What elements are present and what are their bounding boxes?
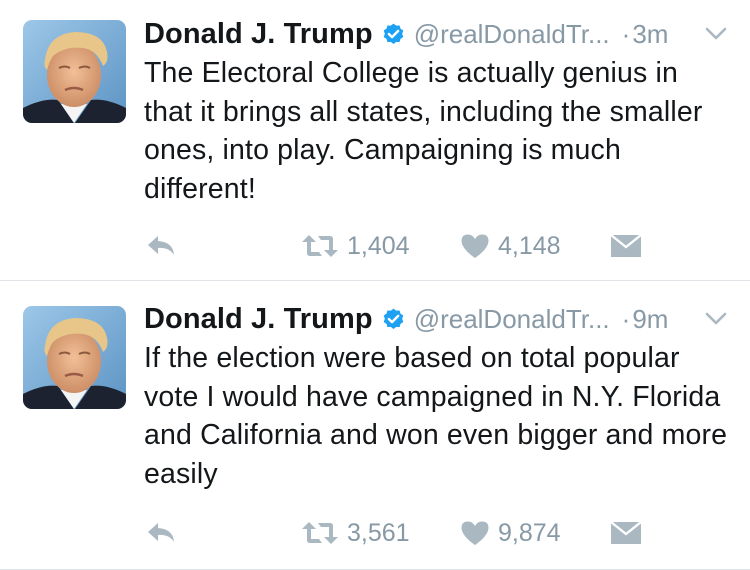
timestamp[interactable]: 9m [632, 304, 668, 335]
separator: · [621, 18, 631, 49]
timestamp[interactable]: 3m [632, 19, 668, 50]
tweet-timeline: Donald J. Trump @realDonaldTr... · 3m Th… [0, 0, 750, 570]
tweet-actions: 3,561 9,874 [0, 513, 750, 553]
author-handle[interactable]: @realDonaldTr... [414, 19, 610, 50]
tweet-text: The Electoral College is actually genius… [144, 57, 703, 205]
tweet-header: Donald J. Trump @realDonaldTr... · 9m [144, 302, 668, 336]
direct-message-button[interactable] [610, 513, 642, 553]
like-count: 9,874 [498, 518, 561, 547]
tweet-text: If the election were based on total popu… [144, 342, 728, 490]
envelope-icon [610, 521, 642, 545]
separator: · [621, 303, 631, 334]
heart-icon [460, 233, 490, 259]
reply-button[interactable] [145, 226, 177, 266]
tweet-card[interactable]: Donald J. Trump @realDonaldTr... · 3m Th… [0, 0, 750, 281]
chevron-down-icon[interactable] [704, 26, 728, 42]
verified-badge-icon [381, 307, 406, 332]
reply-icon [145, 233, 177, 259]
author-name[interactable]: Donald J. Trump [144, 18, 373, 51]
like-button[interactable]: 9,874 [460, 513, 561, 553]
avatar-image [23, 20, 126, 123]
author-handle[interactable]: @realDonaldTr... [414, 304, 610, 335]
direct-message-button[interactable] [610, 226, 642, 266]
tweet-card[interactable]: Donald J. Trump @realDonaldTr... · 9m If… [0, 285, 750, 570]
retweet-icon [301, 233, 339, 259]
retweet-count: 1,404 [347, 231, 410, 260]
avatar[interactable] [23, 20, 126, 123]
retweet-icon [301, 520, 339, 546]
reply-icon [145, 520, 177, 546]
verified-badge-icon [381, 22, 406, 47]
tweet-header: Donald J. Trump @realDonaldTr... · 3m [144, 17, 668, 51]
retweet-button[interactable]: 1,404 [301, 226, 410, 266]
envelope-icon [610, 234, 642, 258]
avatar-image [23, 306, 126, 409]
chevron-down-icon[interactable] [704, 311, 728, 327]
like-button[interactable]: 4,148 [460, 226, 561, 266]
heart-icon [460, 520, 490, 546]
like-count: 4,148 [498, 231, 561, 260]
reply-button[interactable] [145, 513, 177, 553]
avatar[interactable] [23, 306, 126, 409]
tweet-actions: 1,404 4,148 [0, 226, 750, 266]
author-name[interactable]: Donald J. Trump [144, 303, 373, 336]
retweet-button[interactable]: 3,561 [301, 513, 410, 553]
retweet-count: 3,561 [347, 518, 410, 547]
